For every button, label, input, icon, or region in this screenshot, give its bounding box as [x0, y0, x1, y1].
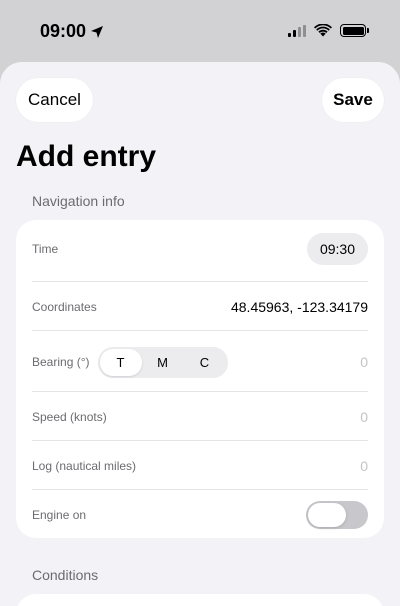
divider — [32, 489, 368, 490]
add-entry-sheet: Cancel Save Add entry Navigation info Ti… — [0, 62, 400, 606]
bearing-input[interactable]: 0 — [360, 354, 368, 370]
bearing-row: Bearing (°) T M C 0 — [32, 346, 368, 378]
toggle-knob — [308, 503, 346, 527]
speed-label: Speed (knots) — [32, 410, 107, 424]
time-label: Time — [32, 242, 59, 256]
bearing-option-true[interactable]: T — [99, 348, 142, 376]
bearing-option-compass[interactable]: C — [184, 349, 226, 376]
conditions-section-header: Conditions — [32, 567, 99, 583]
engine-row: Engine on — [32, 500, 368, 530]
engine-label: Engine on — [32, 508, 87, 522]
log-row: Log (nautical miles) 0 — [32, 452, 368, 480]
speed-input[interactable]: 0 — [360, 409, 368, 425]
status-time: 09:00 — [40, 21, 87, 41]
divider — [32, 330, 368, 331]
bearing-reference-picker: T M C — [97, 346, 228, 378]
speed-row: Speed (knots) 0 — [32, 403, 368, 431]
navigation-section-header: Navigation info — [32, 193, 125, 209]
divider — [32, 391, 368, 392]
log-label: Log (nautical miles) — [32, 459, 137, 473]
coordinates-value[interactable]: 48.45963, -123.34179 — [231, 299, 368, 315]
location-arrow-icon — [91, 25, 104, 38]
bearing-left: Bearing (°) T M C — [32, 346, 228, 378]
engine-toggle[interactable] — [306, 501, 368, 529]
log-input[interactable]: 0 — [360, 458, 368, 474]
status-icons — [288, 24, 369, 37]
divider — [32, 281, 368, 282]
status-bar: 09:00 — [0, 0, 400, 60]
time-row: Time 09:30 — [32, 233, 368, 265]
divider — [32, 440, 368, 441]
save-button[interactable]: Save — [322, 78, 384, 122]
signal-icon — [288, 24, 306, 37]
battery-icon — [340, 24, 369, 37]
cancel-button[interactable]: Cancel — [16, 78, 93, 122]
page-title: Add entry — [16, 140, 157, 173]
wifi-icon — [314, 24, 332, 37]
bearing-option-magnetic[interactable]: M — [142, 349, 184, 376]
status-time-group: 09:00 — [40, 21, 104, 42]
coordinates-label: Coordinates — [32, 300, 97, 314]
coordinates-row: Coordinates 48.45963, -123.34179 — [32, 292, 368, 322]
conditions-card — [16, 594, 384, 606]
navigation-card: Time 09:30 Coordinates 48.45963, -123.34… — [16, 220, 384, 538]
bearing-label: Bearing (°) — [32, 355, 90, 369]
time-picker[interactable]: 09:30 — [306, 233, 368, 265]
